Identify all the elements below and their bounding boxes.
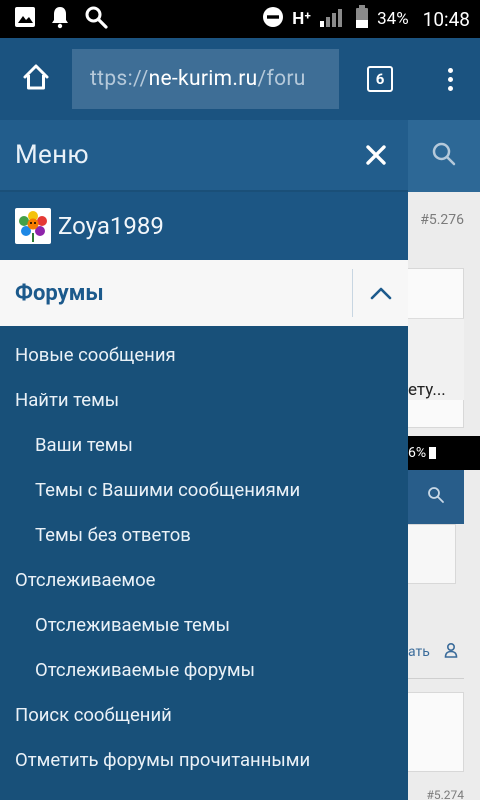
browser-toolbar: ttps://ne-kurim.ru/foru 6	[0, 38, 480, 120]
menu-item-watched[interactable]: Отслеживаемое	[0, 557, 408, 602]
post-actions: ать	[408, 642, 480, 662]
url-scheme: ttps://	[90, 67, 149, 91]
navigation-drawer: Меню Zoya1989 Форумы Новые сообщения Най…	[0, 120, 408, 800]
menu-item-watched-threads[interactable]: Отслеживаемые темы	[0, 602, 408, 647]
battery-icon	[429, 447, 437, 459]
close-icon	[366, 145, 386, 165]
forums-section-header[interactable]: Форумы	[0, 260, 408, 326]
drawer-header: Меню	[0, 120, 408, 192]
background-snippet: ету...	[408, 380, 446, 400]
background-card	[408, 692, 464, 772]
close-button[interactable]	[358, 137, 394, 173]
background-page: #5.276 ету... 6% ать #5.274	[408, 120, 480, 800]
more-dot-icon	[448, 85, 453, 91]
url-path: /foru	[257, 67, 306, 91]
tab-count: 6	[367, 66, 393, 92]
embedded-battery-text: 6%	[408, 445, 427, 461]
drawer-title: Меню	[15, 140, 89, 170]
menu-item-find-threads[interactable]: Найти темы	[0, 377, 408, 422]
forums-menu: Новые сообщения Найти темы Ваши темы Тем…	[0, 326, 408, 782]
menu-item-mark-forums-read[interactable]: Отметить форумы прочитанными	[0, 737, 408, 782]
menu-item-watched-forums[interactable]: Отслеживаемые форумы	[0, 647, 408, 692]
chevron-up-icon	[370, 287, 391, 300]
url-host: ne-kurim.ru	[148, 67, 258, 91]
overflow-menu-button[interactable]	[421, 38, 480, 120]
flower-icon	[19, 211, 47, 242]
embedded-screenshot-header	[408, 470, 464, 524]
menu-item-threads-with-your-posts[interactable]: Темы с Вашими сообщениями	[0, 467, 408, 512]
network-type: H⁺	[292, 9, 312, 29]
menu-item-unanswered-threads[interactable]: Темы без ответов	[0, 512, 408, 557]
collapse-button[interactable]	[353, 260, 408, 326]
user-profile-link[interactable]: Zoya1989	[0, 192, 408, 260]
forums-section-title[interactable]: Форумы	[0, 281, 352, 306]
tab-switcher-button[interactable]: 6	[339, 38, 421, 120]
search-icon	[84, 5, 108, 33]
background-header	[408, 120, 480, 192]
do-not-disturb-icon	[262, 6, 284, 33]
more-dot-icon	[448, 76, 453, 82]
username: Zoya1989	[58, 212, 164, 240]
avatar	[15, 208, 51, 244]
clock: 10:48	[422, 7, 470, 31]
background-card	[408, 524, 456, 584]
home-button[interactable]	[0, 38, 72, 120]
search-icon	[427, 486, 445, 508]
embedded-screenshot-statusbar: 6%	[408, 436, 480, 470]
menu-item-your-threads[interactable]: Ваши темы	[0, 422, 408, 467]
image-icon	[14, 6, 36, 32]
user-icon[interactable]	[444, 642, 458, 662]
signal-icon	[319, 6, 347, 33]
battery-icon	[355, 4, 369, 34]
post-number[interactable]: #5.274	[426, 788, 464, 800]
search-icon[interactable]	[431, 141, 457, 171]
bell-icon	[50, 5, 70, 33]
post-number[interactable]: #5.276	[420, 212, 464, 228]
home-icon	[21, 62, 51, 96]
more-dot-icon	[448, 67, 453, 73]
divider	[408, 678, 464, 679]
battery-percent: 34%	[377, 9, 409, 29]
menu-item-search-posts[interactable]: Поиск сообщений	[0, 692, 408, 737]
menu-item-new-posts[interactable]: Новые сообщения	[0, 332, 408, 377]
post-action-link[interactable]: ать	[408, 644, 430, 660]
status-bar: H⁺ 34% 10:48	[0, 0, 480, 38]
url-bar[interactable]: ttps://ne-kurim.ru/foru	[72, 49, 339, 109]
